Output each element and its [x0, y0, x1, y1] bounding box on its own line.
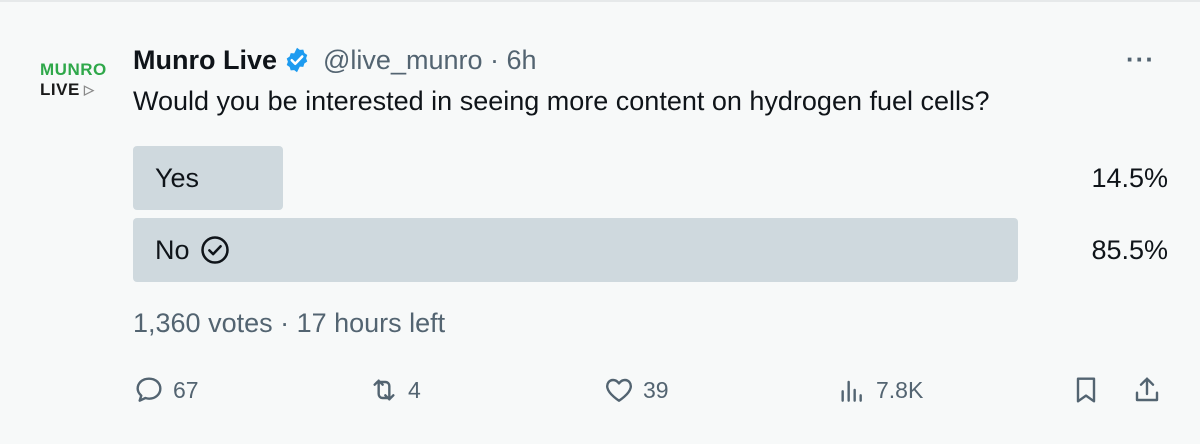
post-card[interactable]: MUNRO LIVE ▷ Munro Live @live_munro · 6h…: [0, 0, 1200, 444]
post-text: Would you be interested in seeing more c…: [133, 86, 990, 116]
reply-button[interactable]: 67: [133, 370, 199, 410]
repost-icon: [373, 379, 395, 401]
views-count: 7.8K: [876, 376, 924, 403]
poll-option-yes: Yes 14.5%: [133, 146, 1168, 210]
avatar-logo-line2: LIVE: [40, 80, 80, 99]
poll-option-no: No 85.5%: [133, 218, 1168, 282]
post-header: Munro Live @live_munro · 6h: [133, 40, 537, 80]
avatar-play-glyph: ▷: [84, 82, 94, 97]
repost-count: 4: [408, 376, 421, 403]
display-name[interactable]: Munro Live: [133, 45, 277, 76]
avatar-logo-line1: MUNRO: [40, 60, 107, 79]
repost-button[interactable]: 4: [368, 370, 421, 410]
poll-option-label: Yes: [155, 146, 199, 210]
avatar[interactable]: MUNRO LIVE ▷: [32, 56, 116, 106]
reply-icon: [136, 377, 162, 402]
share-icon: [1135, 377, 1159, 402]
bookmark-icon: [1076, 377, 1096, 403]
more-icon[interactable]: ···: [1126, 44, 1155, 75]
handle-and-time[interactable]: @live_munro · 6h: [323, 45, 537, 76]
like-count: 39: [643, 376, 669, 403]
reply-count: 67: [173, 376, 199, 403]
poll-option-label: No: [155, 218, 230, 282]
check-circle-icon: [200, 236, 229, 264]
poll-option-text: No: [155, 234, 190, 265]
bookmark-button[interactable]: [1070, 370, 1102, 410]
verified-badge-icon: [286, 47, 308, 73]
like-icon: [606, 378, 632, 402]
views-icon: [841, 380, 862, 402]
like-button[interactable]: 39: [603, 370, 669, 410]
poll-bar-no: [133, 218, 1018, 282]
poll-option-percent: 14.5%: [1091, 162, 1168, 193]
poll-option-text: Yes: [155, 162, 200, 193]
poll-option-percent: 85.5%: [1091, 234, 1168, 265]
views-button[interactable]: 7.8K: [836, 370, 923, 410]
share-button[interactable]: [1131, 370, 1163, 410]
poll-summary: 1,360 votes · 17 hours left: [133, 308, 446, 338]
